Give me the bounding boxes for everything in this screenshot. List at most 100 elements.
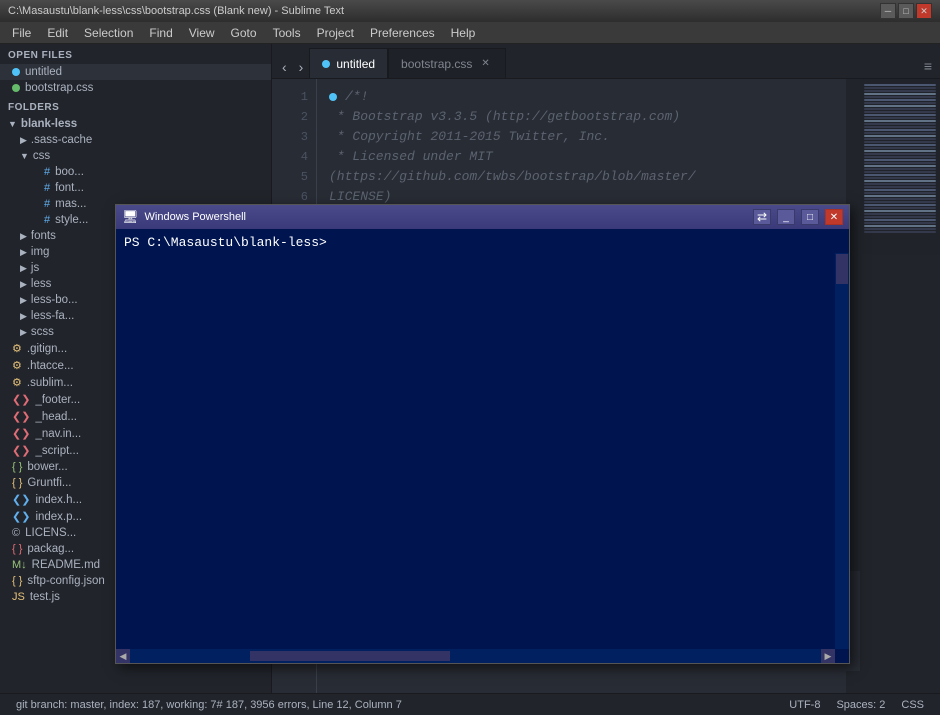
menu-tools[interactable]: Tools — [265, 24, 309, 42]
sidebar-file-bootstrap-label: bootstrap.css — [25, 82, 93, 94]
line-num-5: 5 — [272, 167, 308, 187]
code-text-4: * Licensed under MIT (https://github.com… — [329, 147, 846, 187]
code-line-3: * Copyright 2011-2015 Twitter, Inc. — [329, 127, 846, 147]
minimap-line-32 — [864, 177, 936, 179]
menu-preferences[interactable]: Preferences — [362, 24, 443, 42]
minimap-line-34 — [864, 183, 936, 185]
menu-edit[interactable]: Edit — [39, 24, 76, 42]
folder-css-label: css — [33, 150, 50, 162]
code-text-3: * Copyright 2011-2015 Twitter, Inc. — [329, 127, 610, 147]
tab-nav-forward[interactable]: › — [293, 56, 310, 78]
ps-prompt: PS C:\Masaustu\blank-less> — [124, 235, 327, 250]
minimize-button[interactable]: ─ — [880, 3, 896, 19]
sidebar-file-font[interactable]: # font... — [0, 180, 271, 196]
minimap-line-27 — [864, 162, 936, 164]
sidebar-file-gruntfile-label: Gruntfi... — [27, 477, 71, 489]
menu-selection[interactable]: Selection — [76, 24, 141, 42]
minimap-content — [860, 79, 940, 238]
menu-goto[interactable]: Goto — [223, 24, 265, 42]
status-encoding[interactable]: UTF-8 — [781, 699, 828, 711]
tab-bootstrap-close[interactable]: ✕ — [478, 57, 492, 70]
minimap-line-17 — [864, 132, 936, 134]
ps-hscroll-right[interactable]: ▶ — [821, 649, 835, 663]
minimap-line-39 — [864, 198, 936, 200]
sidebar-item-bootstrap[interactable]: bootstrap.css — [0, 80, 271, 96]
ps-close-button[interactable]: ✕ — [825, 209, 843, 225]
minimap — [860, 79, 940, 693]
status-git: git branch: master, index: 187, working:… — [8, 699, 410, 711]
sidebar-file-font-label: font... — [55, 182, 84, 194]
arrow-down-icon-css: ▼ — [20, 151, 29, 161]
line-num-2: 2 — [272, 107, 308, 127]
ps-hscroll-left[interactable]: ◀ — [116, 649, 130, 663]
minimap-line-7 — [864, 102, 936, 104]
maximize-button[interactable]: □ — [898, 3, 914, 19]
sidebar-file-indexh-label: index.h... — [35, 494, 82, 506]
tab-untitled-dot — [322, 60, 330, 68]
minimap-line-45 — [864, 216, 936, 218]
ps-body: PS C:\Masaustu\blank-less> — [116, 229, 849, 663]
minimap-line-36 — [864, 189, 936, 191]
sidebar-file-license-label: LICENS... — [25, 527, 76, 539]
minimap-line-37 — [864, 192, 936, 194]
sidebar-file-boo[interactable]: # boo... — [0, 164, 271, 180]
file-icon-readme: M↓ — [12, 559, 27, 571]
file-icon-gruntfile: { } — [12, 477, 22, 489]
arrow-right-icon-lessfa: ▶ — [20, 311, 27, 322]
bootstrap-dot — [12, 84, 20, 92]
file-icon-scripts: ❮❯ — [12, 444, 30, 457]
tab-bootstrap-label: bootstrap.css — [401, 57, 472, 71]
ps-minimize-button[interactable]: _ — [777, 209, 795, 225]
minimap-line-1 — [864, 84, 936, 86]
minimap-line-35 — [864, 186, 936, 188]
arrow-right-icon-less: ▶ — [20, 279, 27, 290]
file-icon-testjs: JS — [12, 591, 25, 603]
tab-nav-back[interactable]: ‹ — [276, 56, 293, 78]
ps-vertical-scrollbar[interactable] — [835, 253, 849, 649]
sidebar-item-untitled[interactable]: untitled — [0, 64, 271, 80]
tab-bootstrap[interactable]: bootstrap.css ✕ — [388, 48, 506, 78]
folder-sass-cache[interactable]: ▶ .sass-cache — [0, 132, 271, 148]
sidebar-file-readme-label: README.md — [32, 559, 100, 571]
ps-maximize-button[interactable]: □ — [801, 209, 819, 225]
folder-blank-less[interactable]: ▼ blank-less — [0, 116, 271, 132]
ps-horizontal-scrollbar[interactable]: ◀ ▶ — [116, 649, 835, 663]
menu-view[interactable]: View — [181, 24, 223, 42]
minimap-line-29 — [864, 168, 936, 170]
menu-help[interactable]: Help — [443, 24, 484, 42]
minimap-line-48 — [864, 225, 936, 227]
sidebar-file-testjs-label: test.js — [30, 591, 60, 603]
ps-swap-button[interactable]: ⇄ — [753, 209, 771, 225]
hash-icon-4: # — [44, 214, 50, 226]
status-bar: git branch: master, index: 187, working:… — [0, 693, 940, 715]
status-spaces[interactable]: Spaces: 2 — [828, 699, 893, 711]
arrow-right-icon-js: ▶ — [20, 263, 27, 274]
folder-less-label: less — [31, 278, 51, 290]
folder-less-fa-label: less-fa... — [31, 310, 74, 322]
title-bar-controls: ─ □ ✕ — [880, 3, 932, 19]
folder-scss-label: scss — [31, 326, 54, 338]
menu-project[interactable]: Project — [309, 24, 362, 42]
tab-bar: ‹ › untitled bootstrap.css ✕ ≡ — [272, 44, 940, 79]
minimap-line-19 — [864, 138, 936, 140]
minimap-line-11 — [864, 114, 936, 116]
code-line-4: * Licensed under MIT (https://github.com… — [329, 147, 846, 187]
tab-menu-icon[interactable]: ≡ — [916, 54, 940, 78]
status-syntax[interactable]: CSS — [893, 699, 932, 711]
minimap-line-18 — [864, 135, 936, 137]
ps-content-area[interactable]: PS C:\Masaustu\blank-less> — [116, 229, 849, 663]
menu-file[interactable]: File — [4, 24, 39, 42]
minimap-line-4 — [864, 93, 936, 95]
file-icon-footer: ❮❯ — [12, 393, 30, 406]
minimap-line-26 — [864, 159, 936, 161]
minimap-line-3 — [864, 90, 936, 92]
file-icon-sftp: { } — [12, 575, 22, 587]
tab-untitled[interactable]: untitled — [309, 48, 388, 78]
close-button[interactable]: ✕ — [916, 3, 932, 19]
menu-find[interactable]: Find — [141, 24, 180, 42]
minimap-line-49 — [864, 228, 936, 230]
minimap-line-43 — [864, 210, 936, 212]
folder-css[interactable]: ▼ css — [0, 148, 271, 164]
arrow-right-icon-scss: ▶ — [20, 327, 27, 338]
file-icon-package: { } — [12, 543, 22, 555]
